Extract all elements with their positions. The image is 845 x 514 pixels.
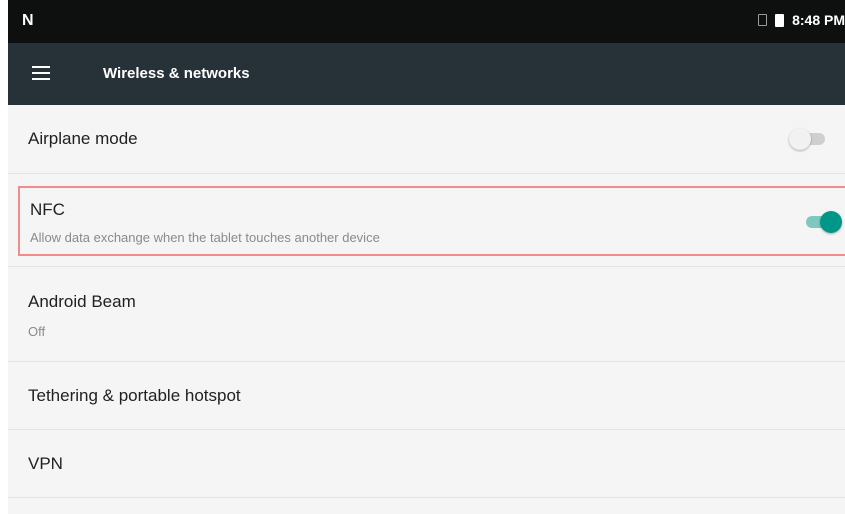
android-beam-row[interactable]: Android Beam Off — [8, 267, 845, 362]
airplane-mode-toggle[interactable] — [789, 127, 827, 151]
airplane-mode-row[interactable]: Airplane mode — [8, 105, 845, 174]
nfc-row[interactable]: NFC Allow data exchange when the tablet … — [18, 186, 845, 256]
airplane-mode-title: Airplane mode — [28, 129, 138, 148]
settings-list: Airplane mode NFC Allow data exchange wh… — [8, 105, 845, 498]
nfc-toggle[interactable] — [804, 210, 842, 234]
toggle-thumb — [789, 128, 811, 150]
android-beam-title: Android Beam — [28, 292, 136, 311]
vpn-row[interactable]: VPN — [8, 430, 845, 498]
tethering-row[interactable]: Tethering & portable hotspot — [8, 362, 845, 430]
settings-screen: N 8:48 PM Wireless & networks Airplane m… — [8, 0, 845, 514]
status-bar: N 8:48 PM — [8, 0, 845, 43]
battery-icon — [775, 13, 785, 27]
vpn-title: VPN — [28, 454, 63, 473]
no-sim-icon — [758, 14, 768, 26]
nfc-summary: Allow data exchange when the tablet touc… — [30, 230, 380, 245]
status-icons: 8:48 PM — [758, 12, 845, 28]
android-beam-summary: Off — [28, 324, 46, 339]
page-title: Wireless & networks — [103, 65, 250, 82]
status-time: 8:48 PM — [792, 12, 845, 28]
nfc-row-container: NFC Allow data exchange when the tablet … — [8, 174, 845, 267]
tethering-title: Tethering & portable hotspot — [28, 386, 241, 405]
notification-n-icon: N — [22, 12, 34, 29]
menu-icon[interactable] — [32, 66, 50, 80]
nfc-title: NFC — [30, 200, 65, 219]
app-toolbar: Wireless & networks — [8, 43, 845, 105]
toggle-thumb — [820, 211, 842, 233]
